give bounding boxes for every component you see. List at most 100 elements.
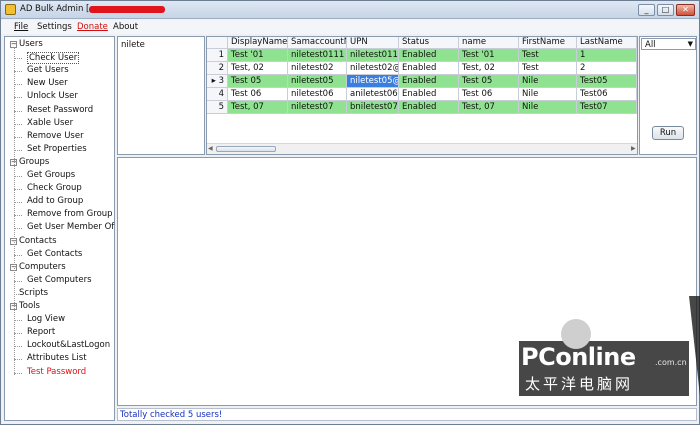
row-header[interactable]: 5 bbox=[207, 101, 228, 114]
tree-connector bbox=[14, 136, 22, 138]
tree-item-get-computers[interactable]: Get Computers bbox=[27, 275, 92, 285]
table-cell[interactable]: Test07 bbox=[577, 101, 637, 114]
tree-item-get-contacts[interactable]: Get Contacts bbox=[27, 249, 82, 259]
tree-item-remove-user[interactable]: Remove User bbox=[27, 131, 84, 141]
table-cell[interactable]: Nile bbox=[519, 75, 577, 88]
tree-connector bbox=[14, 189, 22, 191]
tree-item-check-group[interactable]: Check Group bbox=[27, 183, 82, 193]
table-cell[interactable]: Enabled bbox=[399, 101, 459, 114]
table-cell[interactable]: niletest02@... bbox=[347, 62, 399, 75]
watermark-corner bbox=[689, 296, 700, 396]
table-cell[interactable]: Test06 bbox=[577, 88, 637, 101]
menu-settings[interactable]: Settings bbox=[37, 22, 72, 32]
table-cell[interactable]: Enabled bbox=[399, 88, 459, 101]
row-header[interactable]: 4 bbox=[207, 88, 228, 101]
tree-item-groups[interactable]: Groups bbox=[19, 157, 49, 167]
tree-item-contacts[interactable]: Contacts bbox=[19, 236, 57, 246]
window-title: AD Bulk Admin [ bbox=[20, 4, 90, 14]
column-header[interactable]: UPN bbox=[347, 37, 399, 49]
tree-item-check-user[interactable]: Check User bbox=[27, 52, 80, 65]
table-cell[interactable]: niletest05@... bbox=[347, 75, 399, 88]
tree-item-new-user[interactable]: New User bbox=[27, 78, 68, 88]
table-cell[interactable]: aniletest06... bbox=[347, 88, 399, 101]
tree-item-computers[interactable]: Computers bbox=[19, 262, 66, 272]
tree-item-tools[interactable]: Tools bbox=[19, 301, 40, 311]
table-cell[interactable]: bniletest07... bbox=[347, 101, 399, 114]
row-header[interactable]: 1 bbox=[207, 49, 228, 62]
table-cell[interactable]: Test '01 bbox=[228, 49, 288, 62]
tree-item-set-properties[interactable]: Set Properties bbox=[27, 144, 87, 154]
tree-item-users[interactable]: Users bbox=[19, 39, 43, 49]
grid-corner[interactable] bbox=[207, 37, 228, 49]
table-cell[interactable]: niletest011... bbox=[347, 49, 399, 62]
column-header[interactable]: FirstName bbox=[519, 37, 577, 49]
tree-item-get-users[interactable]: Get Users bbox=[27, 65, 69, 75]
tree-item-get-user-member-of[interactable]: Get User Member Of bbox=[27, 222, 114, 232]
horizontal-scrollbar[interactable]: ◀ ▶ bbox=[207, 143, 637, 154]
table-cell[interactable]: Enabled bbox=[399, 62, 459, 75]
row-header[interactable]: ▸ 3 bbox=[207, 75, 228, 88]
tree-connector bbox=[14, 280, 22, 282]
close-button[interactable]: ✕ bbox=[676, 4, 695, 16]
menu-bar: File Settings Donate About bbox=[1, 20, 699, 34]
tree-item-xable-user[interactable]: Xable User bbox=[27, 118, 73, 128]
table-cell[interactable]: Test '01 bbox=[459, 49, 519, 62]
table-cell[interactable]: Nile bbox=[519, 88, 577, 101]
filter-list[interactable]: nilete bbox=[117, 36, 205, 155]
table-cell[interactable]: 1 bbox=[577, 49, 637, 62]
tree-item-log-view[interactable]: Log View bbox=[27, 314, 65, 324]
table-cell[interactable]: Test, 02 bbox=[228, 62, 288, 75]
column-header[interactable]: Status bbox=[399, 37, 459, 49]
table-cell[interactable]: niletest07 bbox=[288, 101, 347, 114]
tree-item-lockout-lastlogon[interactable]: Lockout&LastLogon bbox=[27, 340, 110, 350]
table-cell[interactable]: Nile bbox=[519, 101, 577, 114]
table-cell[interactable]: Test 06 bbox=[459, 88, 519, 101]
table-cell[interactable]: Enabled bbox=[399, 49, 459, 62]
tree-item-unlock-user[interactable]: Unlock User bbox=[27, 91, 78, 101]
column-header[interactable]: LastName bbox=[577, 37, 637, 49]
tree-item-attributes-list[interactable]: Attributes List bbox=[27, 353, 87, 363]
table-cell[interactable]: Test05 bbox=[577, 75, 637, 88]
column-header[interactable]: name bbox=[459, 37, 519, 49]
tree-item-report[interactable]: Report bbox=[27, 327, 55, 337]
title-bar: AD Bulk Admin [ _ □ ✕ bbox=[1, 1, 699, 19]
table-cell[interactable]: niletest05 bbox=[288, 75, 347, 88]
table-cell[interactable]: Test bbox=[519, 49, 577, 62]
table-cell[interactable]: Test 05 bbox=[459, 75, 519, 88]
table-cell[interactable]: Test, 07 bbox=[459, 101, 519, 114]
tree-connector bbox=[14, 228, 22, 230]
minimize-button[interactable]: _ bbox=[638, 4, 655, 16]
right-panel: All ▼ Run bbox=[639, 36, 697, 155]
table-cell[interactable]: Test, 07 bbox=[228, 101, 288, 114]
tree-item-scripts[interactable]: Scripts bbox=[19, 288, 48, 298]
chevron-down-icon[interactable]: ▼ bbox=[688, 40, 693, 48]
table-cell[interactable]: Test 05 bbox=[228, 75, 288, 88]
column-header[interactable]: DisplayName bbox=[228, 37, 288, 49]
table-cell[interactable]: Enabled bbox=[399, 75, 459, 88]
tree-item-get-groups[interactable]: Get Groups bbox=[27, 170, 75, 180]
tree-connector bbox=[14, 58, 22, 60]
tree-item-add-to-group[interactable]: Add to Group bbox=[27, 196, 83, 206]
column-header[interactable]: SamaccountNar bbox=[288, 37, 347, 49]
menu-about[interactable]: About bbox=[113, 22, 138, 32]
table-cell[interactable]: niletest02 bbox=[288, 62, 347, 75]
table-cell[interactable]: Test, 02 bbox=[459, 62, 519, 75]
tree-item-test-password[interactable]: Test Password bbox=[27, 367, 86, 377]
menu-donate[interactable]: Donate bbox=[77, 22, 108, 32]
scroll-right-icon[interactable]: ▶ bbox=[631, 145, 636, 152]
maximize-button[interactable]: □ bbox=[657, 4, 674, 16]
table-cell[interactable]: Test bbox=[519, 62, 577, 75]
scope-select[interactable]: All ▼ bbox=[641, 38, 696, 50]
scroll-left-icon[interactable]: ◀ bbox=[208, 145, 213, 152]
run-button[interactable]: Run bbox=[652, 126, 684, 140]
table-cell[interactable]: Test 06 bbox=[228, 88, 288, 101]
tree-item-reset-password[interactable]: Reset Password bbox=[27, 105, 93, 115]
table-cell[interactable]: niletest0111 bbox=[288, 49, 347, 62]
table-cell[interactable]: 2 bbox=[577, 62, 637, 75]
table-cell[interactable]: niletest06 bbox=[288, 88, 347, 101]
menu-file[interactable]: File bbox=[14, 22, 28, 32]
tree-item-remove-from-group[interactable]: Remove from Group bbox=[27, 209, 113, 219]
scroll-thumb[interactable] bbox=[216, 146, 276, 152]
row-header[interactable]: 2 bbox=[207, 62, 228, 75]
filter-text[interactable]: nilete bbox=[121, 40, 145, 50]
